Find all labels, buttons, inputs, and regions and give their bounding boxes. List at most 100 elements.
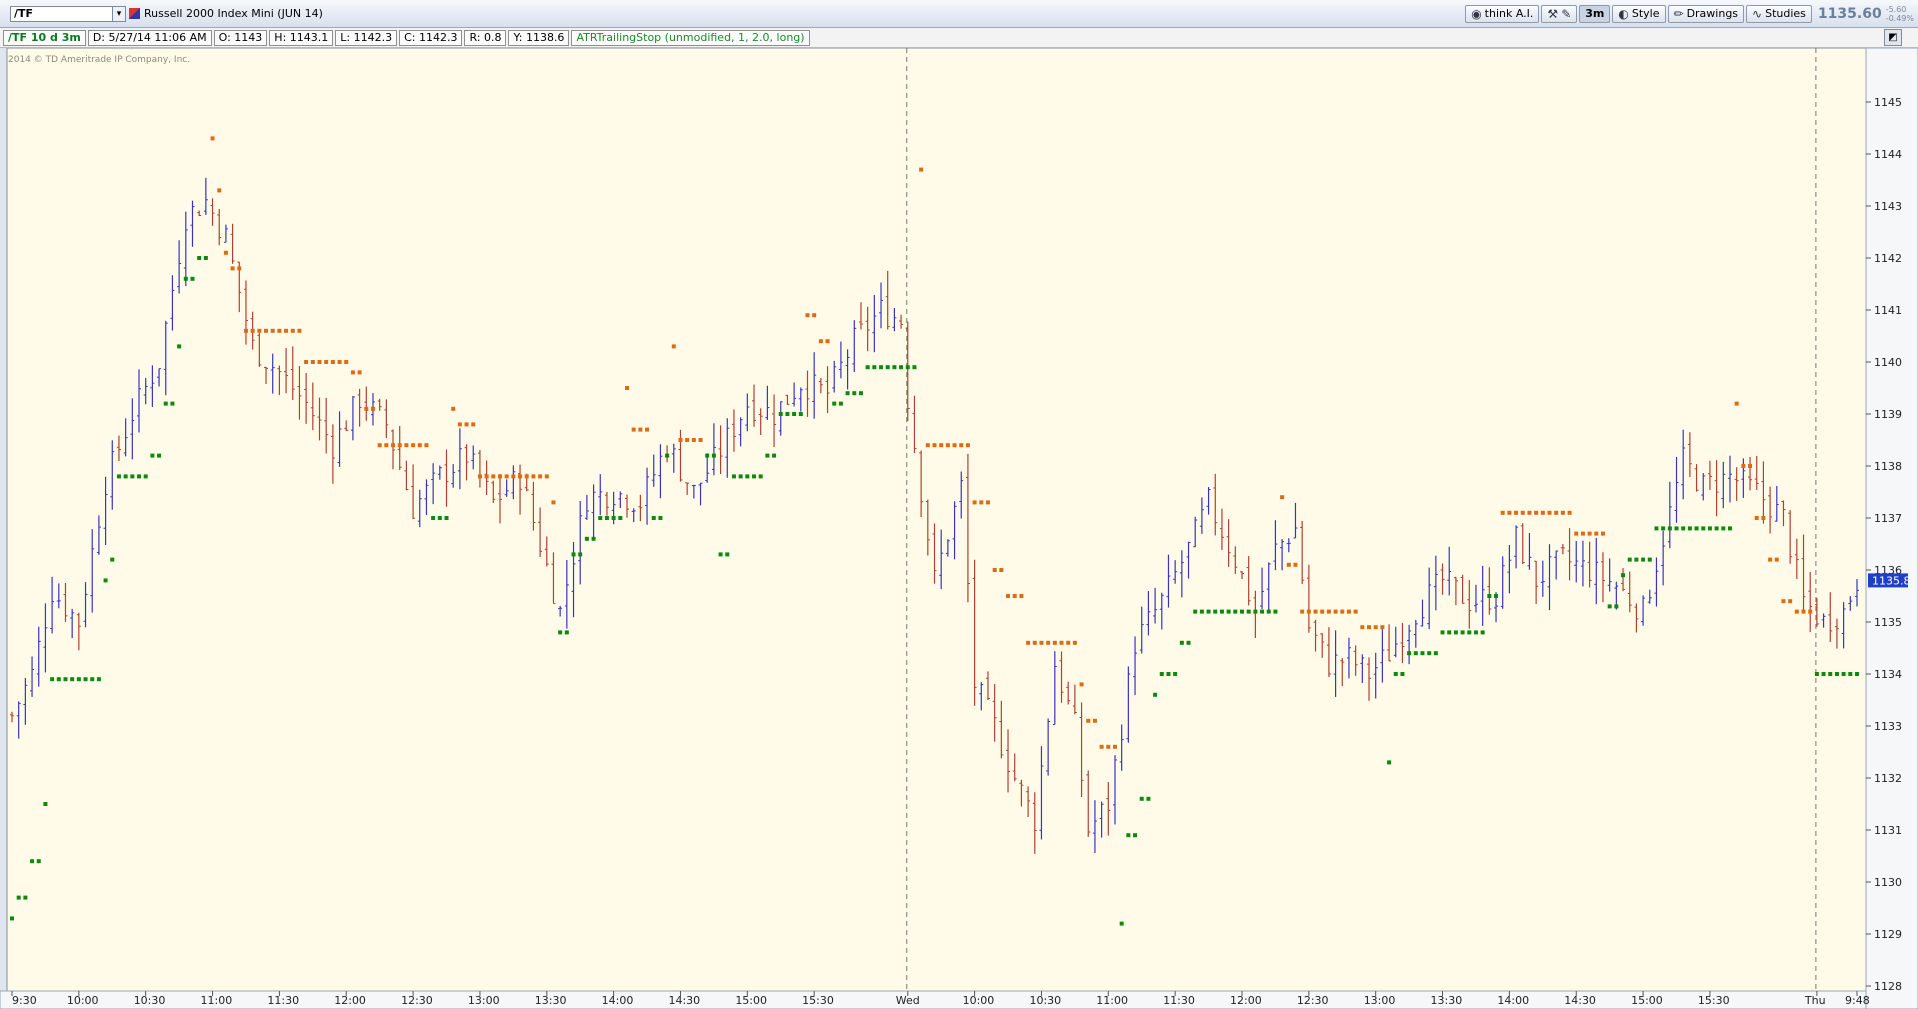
atr-stop-marker	[1547, 510, 1552, 515]
atr-stop-marker	[330, 360, 335, 364]
atr-stop-marker	[1500, 510, 1505, 515]
bar-high: H: 1143.1	[269, 29, 334, 46]
atr-stop-marker	[798, 412, 803, 416]
atr-stop-marker	[1654, 526, 1659, 531]
atr-stop-marker	[785, 412, 790, 416]
atr-stop-marker	[23, 895, 28, 900]
atr-stop-marker	[1507, 510, 1512, 515]
atr-stop-marker	[845, 391, 850, 396]
atr-stop-marker	[1567, 510, 1572, 515]
symbol-dropdown-icon[interactable]: ▾	[112, 6, 126, 22]
atr-stop-marker	[1213, 609, 1218, 614]
y-tick-label: 1129	[1874, 928, 1902, 941]
atr-stop-marker	[604, 516, 609, 520]
atr-stop-marker	[1246, 609, 1251, 614]
atr-stop-marker	[1413, 651, 1418, 656]
atr-stop-marker	[952, 443, 957, 448]
atr-stop-marker	[170, 401, 175, 406]
atr-stop-marker	[778, 412, 783, 416]
atr-stop-marker	[337, 360, 342, 364]
atr-stop-marker	[792, 412, 797, 416]
symbol-input[interactable]: /TF	[10, 6, 122, 22]
x-tick-label: 10:30	[1029, 994, 1061, 1007]
atr-stop-marker	[1320, 609, 1325, 614]
atr-stop-marker	[177, 344, 182, 349]
x-tick-label: 15:00	[1631, 994, 1663, 1007]
studies-button[interactable]: ∿ Studies	[1746, 5, 1812, 23]
x-tick-label: 13:30	[535, 994, 567, 1007]
atr-stop-marker	[772, 453, 777, 458]
atr-stop-marker	[1407, 651, 1412, 656]
atr-stop-marker	[1420, 651, 1425, 656]
atr-stop-marker	[1387, 760, 1392, 765]
atr-stop-marker	[1614, 604, 1619, 609]
atr-stop-marker	[96, 677, 101, 682]
atr-stop-marker	[544, 474, 549, 479]
atr-stop-marker	[344, 360, 349, 364]
atr-stop-marker	[1634, 557, 1639, 562]
atr-stop-marker	[1059, 640, 1064, 645]
instrument-icon	[129, 8, 140, 19]
percent-change: -0.49%	[1885, 14, 1914, 23]
atr-stop-marker	[1594, 531, 1599, 536]
timeframe-button[interactable]: 3m	[1579, 5, 1611, 23]
atr-stop-marker	[1106, 744, 1111, 749]
atr-stop-marker	[731, 474, 736, 479]
x-tick-label: 14:30	[1564, 994, 1596, 1007]
atr-stop-marker	[230, 266, 235, 271]
atr-stop-marker	[1253, 609, 1258, 614]
atr-stop-marker	[1828, 672, 1833, 676]
x-tick-label: Thu	[1804, 994, 1826, 1007]
atr-stop-marker	[1280, 495, 1285, 500]
atr-stop-marker	[1560, 510, 1565, 515]
x-tick-label: 12:00	[334, 994, 366, 1007]
atr-stop-marker	[317, 360, 322, 364]
x-tick-label: 10:00	[963, 994, 995, 1007]
atr-stop-marker	[1360, 625, 1365, 630]
atr-stop-marker	[1146, 796, 1151, 801]
study-label[interactable]: ATRTrailingStop (unmodified, 1, 2.0, lon…	[571, 29, 810, 46]
atr-stop-marker	[1340, 609, 1345, 614]
atr-stop-marker	[1727, 526, 1732, 531]
atr-stop-marker	[1841, 672, 1846, 676]
atr-stop-marker	[1273, 609, 1278, 614]
tools-icon: ✎	[1561, 7, 1572, 21]
atr-stop-marker	[1447, 630, 1452, 635]
atr-stop-marker	[1801, 609, 1806, 614]
atr-stop-marker	[223, 250, 228, 255]
drawings-button[interactable]: ✏ Drawings	[1667, 5, 1745, 23]
settings-button[interactable]: ⚒ ✎	[1541, 5, 1578, 23]
x-tick-label: 10:00	[67, 994, 99, 1007]
atr-stop-marker	[1293, 562, 1298, 567]
atr-stop-marker	[431, 516, 436, 520]
atr-stop-marker	[1373, 625, 1378, 630]
style-button[interactable]: ◐ Style	[1612, 5, 1666, 23]
atr-stop-marker	[645, 427, 650, 432]
atr-stop-marker	[905, 365, 910, 370]
atr-stop-marker	[872, 365, 877, 370]
atr-stop-marker	[899, 365, 904, 370]
atr-stop-marker	[157, 453, 162, 458]
atr-stop-marker	[1346, 609, 1351, 614]
atr-stop-marker	[1219, 609, 1224, 614]
last-price: 1135.60	[1817, 6, 1882, 22]
collapse-panel-icon[interactable]: ◩	[1884, 29, 1902, 46]
atr-stop-marker	[257, 328, 262, 333]
price-chart[interactable]: 2014 © TD Ameritrade IP Company, Inc. 112…	[0, 48, 1918, 1009]
atr-stop-marker	[618, 516, 623, 520]
chart-symbol-label[interactable]: /TF 10 d 3m	[3, 29, 86, 46]
atr-stop-marker	[1306, 609, 1311, 614]
atr-stop-marker	[103, 578, 108, 583]
y-tick-label: 1139	[1874, 408, 1902, 421]
atr-stop-marker	[1159, 672, 1164, 676]
atr-stop-marker	[90, 677, 95, 682]
atr-stop-marker	[1153, 692, 1158, 697]
think-ai-button[interactable]: ◉ think A.I.	[1465, 5, 1540, 23]
y-tick-label: 1144	[1874, 148, 1902, 161]
atr-stop-marker	[945, 443, 950, 448]
atr-stop-marker	[143, 474, 148, 479]
atr-stop-marker	[1300, 609, 1305, 614]
y-tick-label: 1141	[1874, 304, 1902, 317]
atr-stop-marker	[1139, 796, 1144, 801]
atr-stop-marker	[718, 552, 723, 557]
